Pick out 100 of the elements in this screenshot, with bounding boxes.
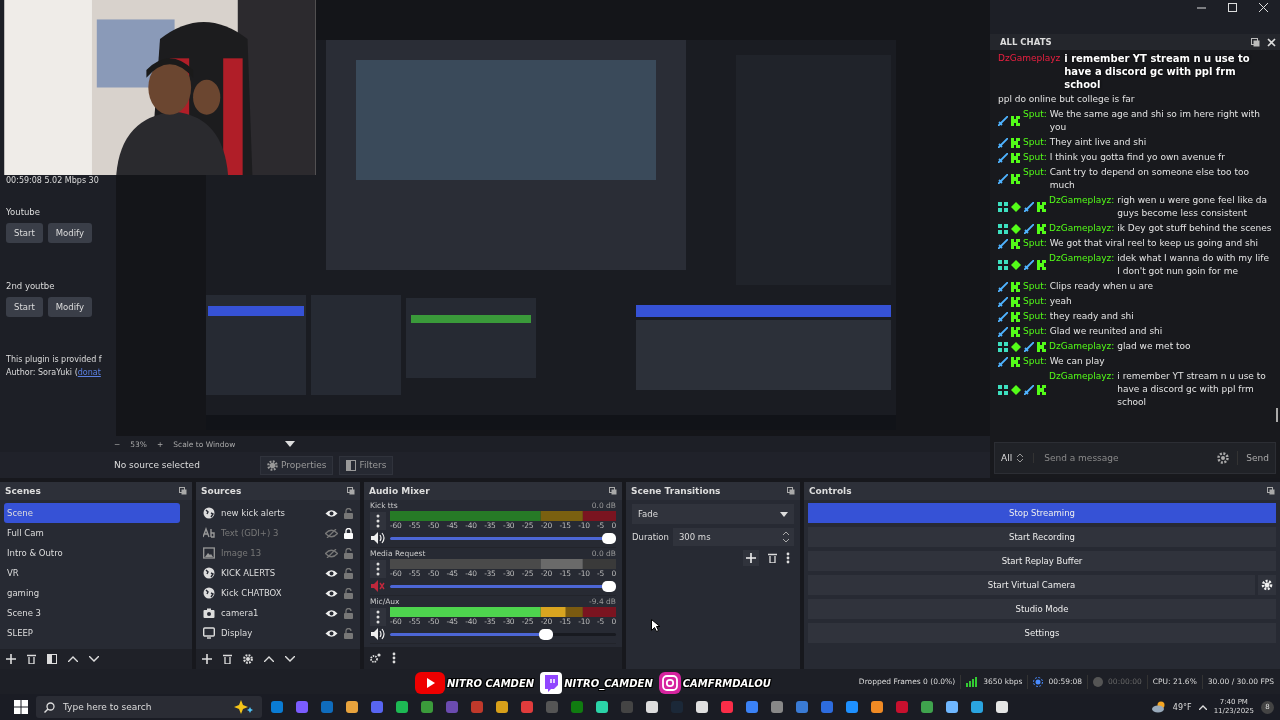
unlocked-icon[interactable] [344, 507, 353, 519]
chat-username[interactable]: Sput: [1023, 310, 1047, 323]
source-name[interactable]: KICK ALERTS [221, 568, 319, 578]
unlocked-icon[interactable] [344, 607, 353, 619]
down-icon[interactable] [89, 655, 99, 662]
close-icon[interactable] [1259, 3, 1268, 12]
chat-username[interactable]: DzGameplayz: [1049, 370, 1115, 383]
add-icon[interactable] [6, 653, 16, 664]
float-icon[interactable] [179, 487, 187, 495]
down-icon[interactable] [285, 655, 295, 662]
output-button[interactable]: Start [6, 297, 43, 317]
more-icon[interactable] [786, 552, 790, 564]
control-button[interactable]: Start Replay Buffer [808, 551, 1276, 571]
hidden-eye-icon[interactable] [325, 528, 338, 538]
source-name[interactable]: camera1 [221, 608, 319, 618]
chat-username[interactable]: Sput: [1023, 151, 1047, 164]
add-icon[interactable] [202, 653, 212, 664]
control-button[interactable]: Settings [808, 623, 1276, 643]
add-icon[interactable] [743, 550, 759, 566]
unlocked-icon[interactable] [344, 627, 353, 639]
control-button[interactable]: Stop Streaming [808, 503, 1276, 523]
eye-icon[interactable] [325, 568, 338, 578]
maximize-icon[interactable] [1228, 3, 1237, 12]
scene-item[interactable]: Full Cam [4, 523, 180, 543]
filters-button[interactable]: Filters [339, 455, 394, 475]
output-button[interactable]: Modify [47, 223, 92, 243]
eye-icon[interactable] [325, 508, 338, 518]
locked-icon[interactable] [344, 527, 353, 539]
app-icon[interactable] [945, 700, 959, 715]
control-button[interactable]: Start Virtual Camera [808, 575, 1255, 595]
eye-icon[interactable] [325, 588, 338, 598]
app-icon[interactable] [870, 700, 884, 715]
slider-thumb[interactable] [602, 580, 616, 592]
chat-username[interactable]: Sput: [1023, 355, 1047, 368]
output-button[interactable]: Modify [47, 297, 92, 317]
chat-username[interactable]: Sput: [1023, 325, 1047, 338]
settings-icon[interactable] [1217, 452, 1230, 464]
chat-username[interactable]: DzGameplayz: [1049, 340, 1115, 353]
scene-item[interactable]: VR [4, 563, 180, 583]
source-name[interactable]: new kick alerts [221, 508, 319, 518]
app-icon[interactable] [970, 700, 984, 715]
duration-field[interactable]: 300 ms [672, 528, 794, 546]
float-icon[interactable] [1267, 487, 1275, 495]
chat-username[interactable]: Sput: [1023, 136, 1047, 149]
unlocked-icon[interactable] [344, 587, 353, 599]
up-icon[interactable] [68, 655, 78, 662]
app-icon[interactable] [345, 700, 359, 715]
settings-icon[interactable] [1258, 575, 1276, 595]
app-icon[interactable] [695, 700, 709, 715]
trash-icon[interactable] [223, 653, 232, 664]
platform-select[interactable]: All [1001, 453, 1035, 463]
chat-username[interactable]: Sput: [1023, 280, 1047, 293]
properties-button[interactable]: Properties [260, 455, 334, 475]
updown-icon[interactable] [782, 530, 790, 544]
control-button[interactable]: Studio Mode [808, 599, 1276, 619]
chat-username[interactable]: DzGameplayz: [1049, 222, 1115, 235]
chat-username[interactable]: DzGameplayz: [1049, 252, 1115, 265]
chat-username[interactable]: Sput: [1023, 295, 1047, 308]
weather-icon[interactable] [1151, 701, 1166, 714]
speaker-icon[interactable] [370, 627, 386, 641]
trash-icon[interactable] [768, 553, 777, 563]
message-field[interactable]: Send a message [1042, 452, 1210, 464]
trash-icon[interactable] [27, 653, 36, 664]
app-icon[interactable] [645, 700, 659, 715]
app-icon[interactable] [595, 700, 609, 715]
unlocked-icon[interactable] [344, 547, 353, 559]
more-icon[interactable] [370, 511, 386, 530]
chat-username[interactable]: Sput: [1023, 166, 1047, 179]
float-icon[interactable] [787, 487, 795, 495]
more-icon[interactable] [392, 651, 396, 664]
source-name[interactable]: Display [221, 628, 319, 638]
chat-username[interactable]: DzGameplayz: [1049, 194, 1115, 207]
scene-item[interactable]: Scene 3 [4, 603, 180, 623]
close-icon[interactable] [1267, 37, 1276, 47]
output-button[interactable]: Start [6, 223, 43, 243]
send-button[interactable]: Send [1237, 451, 1269, 465]
speaker-icon[interactable] [370, 531, 386, 545]
app-icon[interactable] [395, 700, 409, 715]
up-icon[interactable] [264, 655, 274, 662]
unlocked-icon[interactable] [344, 567, 353, 579]
taskbar-search[interactable]: Type here to search [36, 696, 262, 719]
gears-icon[interactable] [370, 652, 381, 663]
slider-thumb[interactable] [538, 628, 553, 640]
float-icon[interactable] [609, 487, 617, 495]
control-button[interactable]: Start Recording [808, 527, 1276, 547]
source-name[interactable]: Kick CHATBOX [221, 588, 319, 598]
chat-username[interactable]: Sput: [1023, 108, 1047, 121]
more-icon[interactable] [370, 559, 386, 578]
scene-item[interactable]: Intro & Outro [4, 543, 180, 563]
app-icon[interactable] [495, 700, 509, 715]
scene-item[interactable]: Scene [4, 503, 180, 523]
slider-thumb[interactable] [602, 532, 616, 544]
hidden-eye-icon[interactable] [325, 548, 338, 558]
windows-icon[interactable] [14, 700, 28, 715]
scene-item[interactable]: SLEEP [4, 623, 180, 643]
float-icon[interactable] [347, 487, 355, 495]
transition-select[interactable]: Fade [632, 504, 794, 524]
chat-username[interactable]: Sput: [1023, 237, 1047, 250]
float-icon[interactable] [1251, 37, 1260, 47]
app-icon[interactable] [995, 700, 1009, 715]
